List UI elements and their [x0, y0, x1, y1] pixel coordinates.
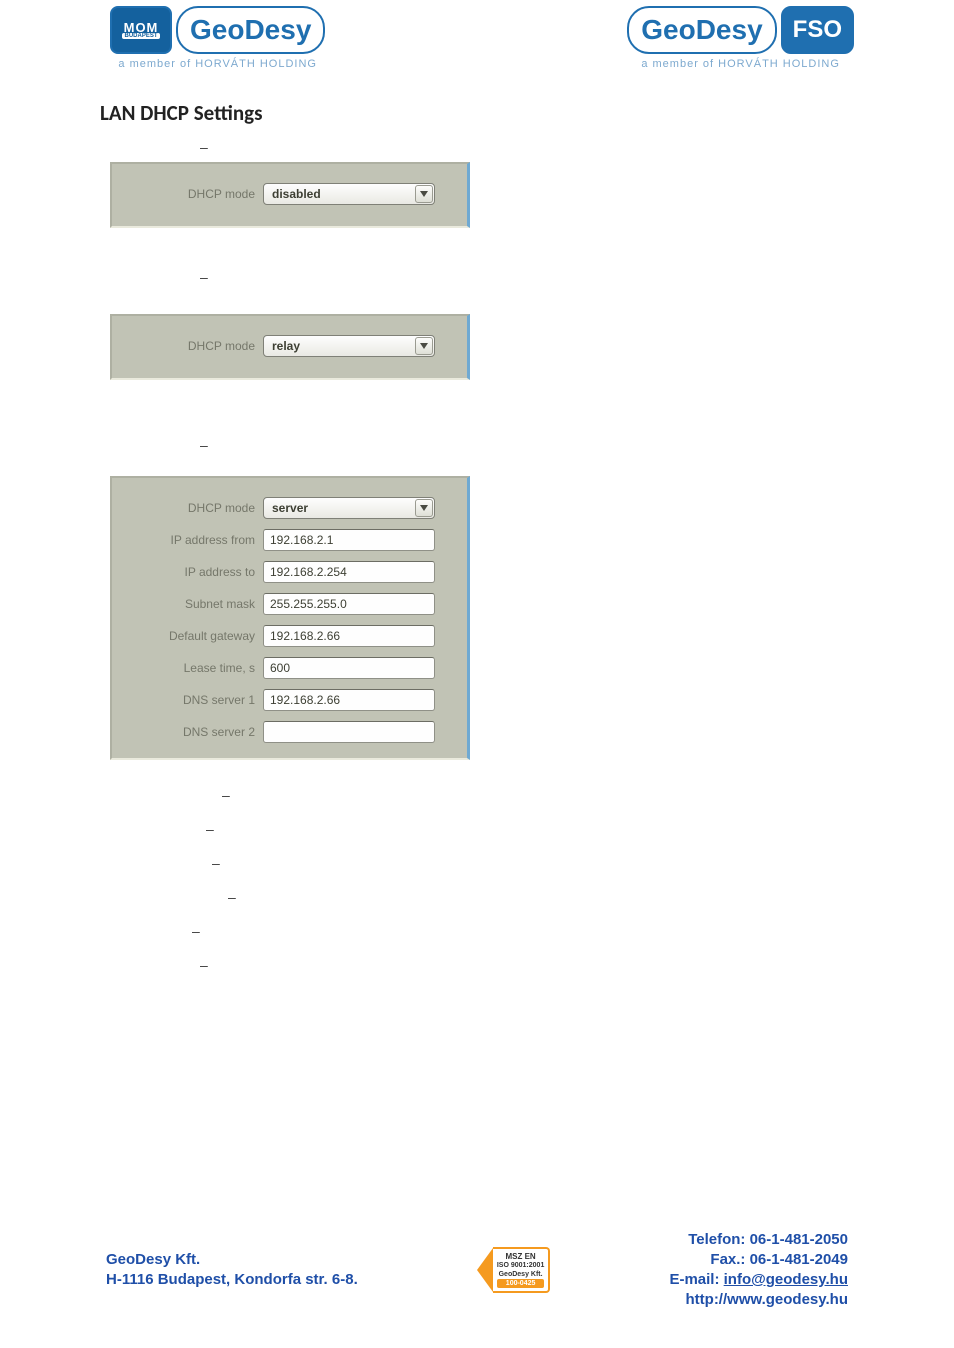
panel-dhcp-disabled: DHCP mode disabled — [110, 162, 470, 228]
label-default-gateway: Default gateway — [120, 629, 263, 643]
input-subnet-mask[interactable] — [263, 593, 435, 615]
mom-text: MOM — [124, 22, 159, 33]
input-default-gateway[interactable] — [263, 625, 435, 647]
certification-badge-icon: MSZ EN ISO 9001:2001 GeoDesy Kft. 100-04… — [477, 1247, 550, 1293]
mom-chip-icon: MOM BUDAPEST — [110, 6, 172, 54]
label-ip-to: IP address to — [120, 565, 263, 579]
cert-line-2: GeoDesy Kft. — [497, 1270, 544, 1279]
footer-email-label: E-mail: — [669, 1271, 723, 1288]
mom-subtext: BUDAPEST — [122, 33, 159, 39]
footer-street: H-1116 Budapest, Kondorfa str. 6-8. — [106, 1270, 358, 1290]
tagline-right: a member of HORVÁTH HOLDING — [641, 58, 840, 70]
label-dhcp-mode: DHCP mode — [120, 339, 263, 353]
row-dns2: DNS server 2 — [120, 716, 459, 748]
footer-email-line: E-mail: info@geodesy.hu — [669, 1270, 848, 1290]
row-dhcp-mode: DHCP mode server — [120, 492, 459, 524]
dash-separator: – — [200, 264, 210, 288]
row-default-gateway: Default gateway — [120, 620, 459, 652]
label-dhcp-mode: DHCP mode — [120, 501, 263, 515]
input-dns1[interactable] — [263, 689, 435, 711]
dash-separator: – — [228, 884, 238, 908]
footer-email-link[interactable]: info@geodesy.hu — [724, 1271, 848, 1288]
dash-separator: – — [200, 952, 210, 976]
cert-line-3: 100-0425 — [497, 1279, 544, 1288]
dash-separator: – — [222, 782, 232, 806]
cert-text: MSZ EN ISO 9001:2001 GeoDesy Kft. 100-04… — [493, 1247, 550, 1293]
dash-list: – – – – – – — [0, 782, 954, 976]
panel-dhcp-relay: DHCP mode relay — [110, 314, 470, 380]
input-dns2[interactable] — [263, 721, 435, 743]
select-value[interactable]: server — [263, 497, 435, 519]
page-title: LAN DHCP Settings — [100, 100, 954, 126]
input-lease-time[interactable] — [263, 657, 435, 679]
row-dhcp-mode: DHCP mode disabled — [120, 178, 459, 210]
geodesy-wordmark-left: GeoDesy — [176, 6, 325, 54]
select-value[interactable]: disabled — [263, 183, 435, 205]
label-lease-time: Lease time, s — [120, 661, 263, 675]
dash-separator: – — [206, 816, 216, 840]
logo-right: GeoDesy FSO a member of HORVÁTH HOLDING — [627, 6, 854, 70]
select-value[interactable]: relay — [263, 335, 435, 357]
footer-fax: Fax.: 06-1-481-2049 — [669, 1250, 848, 1270]
chevron-down-icon[interactable] — [415, 185, 433, 203]
panel-dhcp-server: DHCP mode server IP address from IP addr… — [110, 476, 470, 760]
row-ip-to: IP address to — [120, 556, 459, 588]
footer-contact: Telefon: 06-1-481-2050 Fax.: 06-1-481-20… — [669, 1230, 848, 1310]
dash-separator: – — [200, 134, 210, 158]
header: MOM BUDAPEST GeoDesy a member of HORVÁTH… — [0, 0, 954, 70]
label-dns2: DNS server 2 — [120, 725, 263, 739]
label-dhcp-mode: DHCP mode — [120, 187, 263, 201]
select-dhcp-mode-server[interactable]: server — [263, 497, 435, 519]
footer-web: http://www.geodesy.hu — [669, 1290, 848, 1310]
row-dns1: DNS server 1 — [120, 684, 459, 716]
row-dhcp-mode: DHCP mode relay — [120, 330, 459, 362]
chevron-down-icon[interactable] — [415, 337, 433, 355]
dash-separator: – — [200, 432, 210, 456]
geodesy-wordmark-right: GeoDesy — [627, 6, 776, 54]
footer-phone: Telefon: 06-1-481-2050 — [669, 1230, 848, 1250]
label-dns1: DNS server 1 — [120, 693, 263, 707]
label-subnet-mask: Subnet mask — [120, 597, 263, 611]
logo-right-badge: GeoDesy FSO — [627, 6, 854, 54]
footer-company: GeoDesy Kft. — [106, 1250, 358, 1270]
row-lease-time: Lease time, s — [120, 652, 459, 684]
logo-left: MOM BUDAPEST GeoDesy a member of HORVÁTH… — [110, 6, 325, 70]
input-ip-to[interactable] — [263, 561, 435, 583]
fso-pill-icon: FSO — [781, 6, 854, 54]
footer: GeoDesy Kft. H-1116 Budapest, Kondorfa s… — [0, 1230, 954, 1310]
select-dhcp-mode-disabled[interactable]: disabled — [263, 183, 435, 205]
chevron-down-icon[interactable] — [415, 499, 433, 517]
row-subnet-mask: Subnet mask — [120, 588, 459, 620]
select-dhcp-mode-relay[interactable]: relay — [263, 335, 435, 357]
footer-address: GeoDesy Kft. H-1116 Budapest, Kondorfa s… — [106, 1250, 358, 1290]
tagline-left: a member of HORVÁTH HOLDING — [118, 58, 317, 70]
dash-separator: – — [192, 918, 202, 942]
row-ip-from: IP address from — [120, 524, 459, 556]
cert-line-0: MSZ EN — [497, 1252, 544, 1261]
cert-line-1: ISO 9001:2001 — [497, 1261, 544, 1270]
input-ip-from[interactable] — [263, 529, 435, 551]
dash-separator: – — [212, 850, 222, 874]
cert-arrow-icon — [477, 1248, 493, 1292]
logo-left-badge: MOM BUDAPEST GeoDesy — [110, 6, 325, 54]
label-ip-from: IP address from — [120, 533, 263, 547]
